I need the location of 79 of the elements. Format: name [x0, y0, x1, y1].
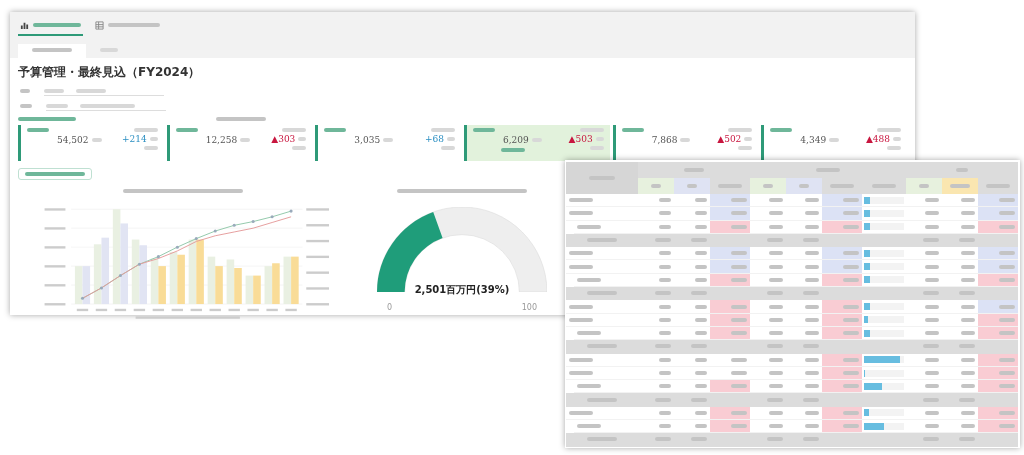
- kpi-value: 12,258: [205, 135, 238, 145]
- axis-label: [44, 303, 66, 306]
- header-cell: [942, 178, 978, 194]
- data-point: [156, 255, 160, 259]
- data-point: [289, 209, 293, 213]
- table-cell: [978, 393, 1018, 407]
- kpi-value: 7,868: [651, 135, 678, 145]
- data-point: [194, 237, 198, 241]
- header-cell: [638, 178, 674, 194]
- kpi-value: 4,349: [800, 135, 827, 145]
- axis-label: [76, 308, 89, 312]
- axis-label: [44, 208, 66, 211]
- axis-label: [306, 255, 329, 259]
- axis-label: [95, 308, 108, 312]
- kpi-value: 6,209: [503, 135, 529, 145]
- chart-icon: [20, 20, 29, 30]
- axis-label: [266, 308, 278, 312]
- axis-label: [306, 208, 329, 211]
- kpi-delta: ▲503: [568, 134, 593, 144]
- data-point: [137, 262, 141, 266]
- axis-label: [190, 308, 202, 312]
- header-cell: [750, 178, 786, 194]
- axis-label: [306, 303, 329, 306]
- data-point: [213, 229, 217, 233]
- axis-label: [171, 308, 183, 312]
- data-point: [270, 215, 274, 219]
- axis-label: [133, 308, 146, 312]
- data-portal-tab[interactable]: [95, 20, 160, 30]
- axis-label: [44, 246, 66, 249]
- grid-icon: [95, 20, 104, 30]
- kpi-delta: ▲303: [271, 134, 296, 144]
- header-cell: [906, 178, 942, 194]
- axis-label: [306, 271, 329, 274]
- kpi-value: 3,035: [354, 135, 381, 145]
- data-point: [99, 286, 103, 290]
- axis-label: [306, 224, 329, 227]
- subtotal-label-cell: [566, 340, 638, 354]
- axis-label: [209, 308, 221, 312]
- axis-label: [44, 265, 66, 268]
- bar: [82, 266, 91, 305]
- kpi-delta: +214: [121, 134, 147, 144]
- table-cell: [978, 340, 1018, 354]
- axis-label: [228, 308, 240, 312]
- axis-label: [114, 308, 127, 312]
- kpi-delta: +68: [425, 134, 444, 144]
- header-cell: [566, 162, 638, 194]
- data-point: [81, 296, 84, 300]
- kpi-value: 54,502: [57, 135, 89, 145]
- bar: [101, 237, 110, 305]
- header-cell: [786, 178, 822, 194]
- table-cell: [978, 287, 1018, 301]
- subtotal-label-cell: [566, 433, 638, 447]
- header-cell: [710, 178, 750, 194]
- header-cell: [674, 178, 710, 194]
- data-point: [251, 220, 255, 224]
- table-cell: [978, 433, 1018, 447]
- axis-label: [44, 284, 66, 287]
- data-point: [175, 245, 179, 249]
- axis-label: [152, 308, 165, 312]
- gauge-value: 2,501百万円(39%): [414, 283, 510, 297]
- kpi-delta: ▲502: [717, 134, 742, 144]
- axis-label: [306, 287, 329, 290]
- axis-label: [285, 308, 297, 312]
- subtotal-label-cell: [566, 287, 638, 301]
- filter-dropdown[interactable]: [44, 86, 164, 96]
- axis-label: [306, 239, 329, 243]
- subtotal-label-cell: [566, 393, 638, 407]
- dashboard-title: 予算管理・最終見込（FY2024）: [18, 64, 202, 81]
- filter-dropdown[interactable]: [46, 101, 166, 111]
- sub-tab[interactable]: [18, 44, 86, 58]
- header-cell: [978, 178, 1018, 194]
- axis-label: [247, 308, 259, 312]
- outline-button[interactable]: [18, 168, 92, 180]
- data-point: [232, 223, 236, 227]
- data-point: [118, 274, 122, 278]
- axis-label: [44, 227, 66, 230]
- gauge-max-label: 100: [521, 303, 537, 312]
- kpi-delta: ▲488: [865, 134, 891, 144]
- gauge-min-label: 0: [387, 303, 393, 312]
